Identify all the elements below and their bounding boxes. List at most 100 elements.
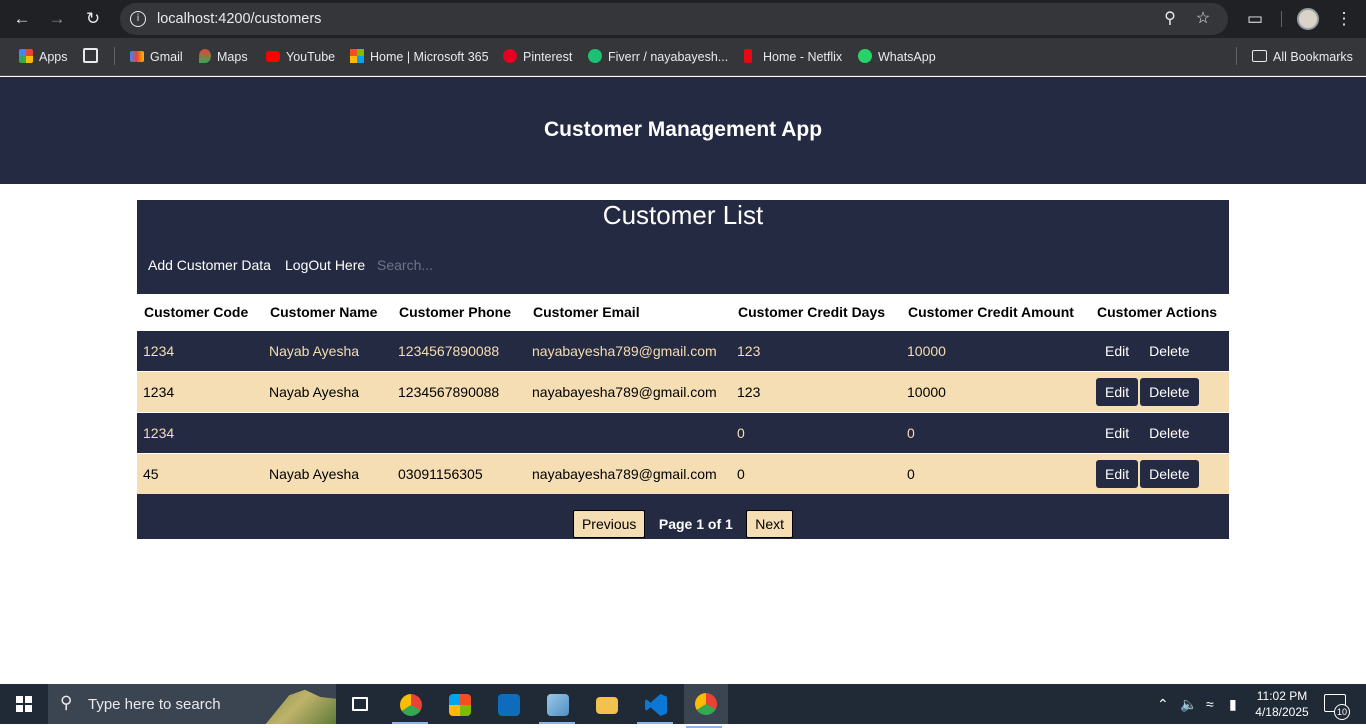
taskbar-search-placeholder: Type here to search <box>88 696 221 713</box>
taskbar: ⚲ Type here to search ⌃ 🔈 ≈ ▮ 11:02 PM 4… <box>0 684 1366 728</box>
header-credit-amount: Customer Credit Amount <box>901 294 1090 330</box>
cell-credit-amount: 0 <box>901 452 1090 494</box>
forward-icon[interactable]: → <box>45 7 69 31</box>
cell-credit-amount: 0 <box>901 411 1090 453</box>
previous-button[interactable]: Previous <box>572 510 646 538</box>
cell-phone: 03091156305 <box>392 452 526 494</box>
profile-avatar[interactable] <box>1297 8 1319 30</box>
taskbar-chrome-active[interactable] <box>684 684 728 728</box>
bookmark-pinterest[interactable]: Pinterest <box>503 48 572 66</box>
volume-icon[interactable]: 🔈 <box>1180 696 1197 713</box>
bookmark-all[interactable]: All Bookmarks <box>1252 48 1353 66</box>
fiverr-icon <box>588 49 602 63</box>
cell-email: nayabayesha789@gmail.com <box>526 370 731 412</box>
microsoft-icon <box>350 49 364 63</box>
taskbar-outlook[interactable] <box>488 688 528 720</box>
reload-icon[interactable]: ↻ <box>81 7 105 31</box>
pinterest-icon <box>503 49 517 63</box>
taskbar-notepad[interactable] <box>537 688 577 724</box>
cell-email <box>526 411 731 453</box>
bookmark-netflix[interactable]: Home - Netflix <box>744 48 842 66</box>
delete-button[interactable]: Delete <box>1140 377 1199 406</box>
folder-icon <box>596 697 618 714</box>
bookmark-gmail[interactable]: Gmail <box>130 48 183 66</box>
whatsapp-icon <box>858 49 872 63</box>
extensions-icon[interactable]: ▭ <box>1243 7 1267 31</box>
cell-name: Nayab Ayesha <box>263 370 392 412</box>
taskbar-clock[interactable]: 11:02 PM 4/18/2025 <box>1250 688 1314 720</box>
next-button[interactable]: Next <box>746 510 794 538</box>
start-button[interactable] <box>0 684 48 724</box>
taskbar-vscode[interactable] <box>635 688 675 724</box>
outlook-icon <box>498 694 520 716</box>
cell-phone: 1234567890088 <box>392 370 526 412</box>
cell-credit-days: 0 <box>731 411 901 453</box>
site-info-icon[interactable]: i <box>130 11 146 27</box>
netflix-icon <box>744 49 752 63</box>
list-title: Customer List <box>602 200 764 230</box>
search-input[interactable] <box>377 253 597 277</box>
table-row: 45 Nayab Ayesha 03091156305 nayabayesha7… <box>137 452 1229 494</box>
vscode-icon <box>645 694 667 716</box>
folder-icon <box>1252 50 1267 62</box>
cell-actions: Edit Delete <box>1090 329 1229 371</box>
delete-button[interactable]: Delete <box>1140 418 1199 447</box>
cell-code: 1234 <box>137 329 263 371</box>
bookmark-apps[interactable]: Apps <box>19 48 68 66</box>
bookmark-maps[interactable]: Maps <box>199 48 248 66</box>
address-bar[interactable]: i localhost:4200/customers ⚲ ☆ <box>120 3 1228 35</box>
cell-name <box>263 411 392 453</box>
tab-groups-icon[interactable] <box>83 48 104 66</box>
notification-count-badge: 10 <box>1334 704 1350 720</box>
edit-button[interactable]: Edit <box>1096 459 1139 488</box>
logout-link[interactable]: LogOut Here <box>285 257 365 273</box>
app-header: Customer Management App <box>0 77 1366 184</box>
maps-icon <box>199 49 211 63</box>
back-icon[interactable]: ← <box>10 7 34 31</box>
bookmarks-bar: Apps Gmail Maps YouTube Home | Microsoft… <box>0 38 1366 76</box>
chrome-icon <box>400 694 422 716</box>
edit-button[interactable]: Edit <box>1096 377 1139 406</box>
delete-button[interactable]: Delete <box>1140 459 1199 488</box>
page-info: Page 1 of 1 <box>658 516 733 532</box>
wifi-icon[interactable]: ≈ <box>1206 696 1214 712</box>
cell-actions: Edit Delete <box>1090 370 1229 412</box>
bookmark-star-icon[interactable]: ☆ <box>1193 9 1213 29</box>
customer-list-panel: Customer List Add Customer Data LogOut H… <box>137 200 1229 539</box>
cell-actions: Edit Delete <box>1090 452 1229 494</box>
header-customer-phone: Customer Phone <box>392 294 526 330</box>
gmail-icon <box>130 51 144 62</box>
cell-phone: 1234567890088 <box>392 329 526 371</box>
url-text[interactable]: localhost:4200/customers <box>157 11 321 27</box>
bookmark-youtube[interactable]: YouTube <box>266 48 335 66</box>
table-row: 1234 Nayab Ayesha 1234567890088 nayabaye… <box>137 329 1229 371</box>
delete-button[interactable]: Delete <box>1140 336 1199 365</box>
browser-toolbar: ← → ↻ i localhost:4200/customers ⚲ ☆ ▭ ⋮ <box>0 0 1366 38</box>
youtube-icon <box>266 51 280 62</box>
cell-credit-amount: 10000 <box>901 370 1090 412</box>
cell-phone <box>392 411 526 453</box>
edit-button[interactable]: Edit <box>1096 418 1139 447</box>
cell-code: 45 <box>137 452 263 494</box>
tray-chevron-up-icon[interactable]: ⌃ <box>1157 696 1169 713</box>
customer-table: Customer Code Customer Name Customer Pho… <box>137 294 1229 494</box>
taskbar-store[interactable] <box>439 688 479 720</box>
taskbar-file-explorer[interactable] <box>586 688 626 720</box>
bookmark-microsoft-365[interactable]: Home | Microsoft 365 <box>350 48 489 66</box>
notepad-icon <box>547 694 569 716</box>
taskbar-search[interactable]: ⚲ Type here to search <box>48 684 336 724</box>
table-row: 1234 0 0 Edit Delete <box>137 411 1229 453</box>
taskbar-chrome[interactable] <box>390 688 430 724</box>
task-view-button[interactable] <box>340 688 380 720</box>
apps-grid-icon <box>19 49 33 63</box>
bookmark-fiverr[interactable]: Fiverr / nayabayesh... <box>588 48 728 66</box>
cell-credit-days: 123 <box>731 329 901 371</box>
zoom-icon[interactable]: ⚲ <box>1160 9 1180 29</box>
menu-kebab-icon[interactable]: ⋮ <box>1332 7 1356 31</box>
header-customer-code: Customer Code <box>137 294 263 330</box>
battery-icon[interactable]: ▮ <box>1229 696 1237 713</box>
add-customer-link[interactable]: Add Customer Data <box>148 257 271 273</box>
cell-credit-amount: 10000 <box>901 329 1090 371</box>
edit-button[interactable]: Edit <box>1096 336 1139 365</box>
bookmark-whatsapp[interactable]: WhatsApp <box>858 48 936 66</box>
